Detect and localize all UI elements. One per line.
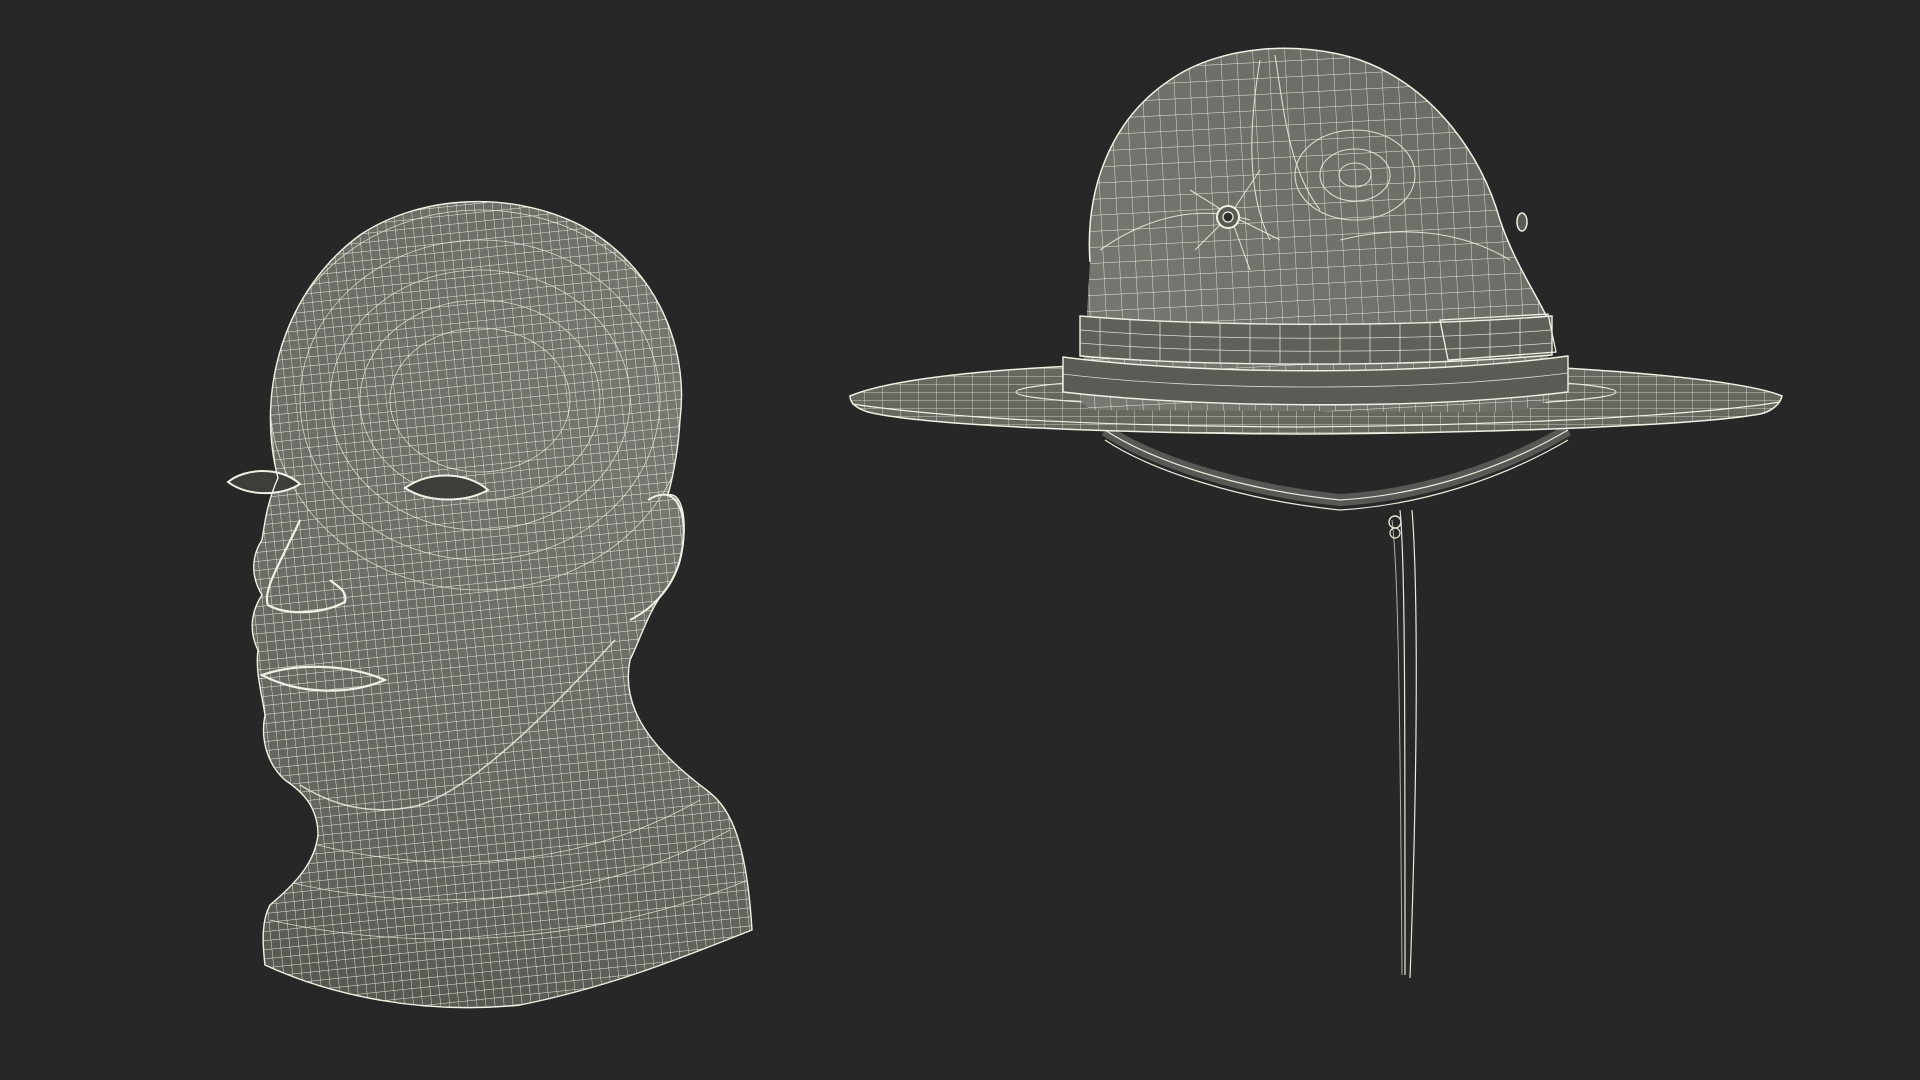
vent-eyelet <box>1216 205 1240 229</box>
wireframe-head <box>226 200 753 1009</box>
hat-band <box>1062 313 1569 406</box>
chin-strap <box>1101 424 1572 979</box>
viewport <box>0 0 1920 1080</box>
vent-eyelet-side <box>1516 212 1528 232</box>
wireframe-render <box>226 47 1783 1009</box>
